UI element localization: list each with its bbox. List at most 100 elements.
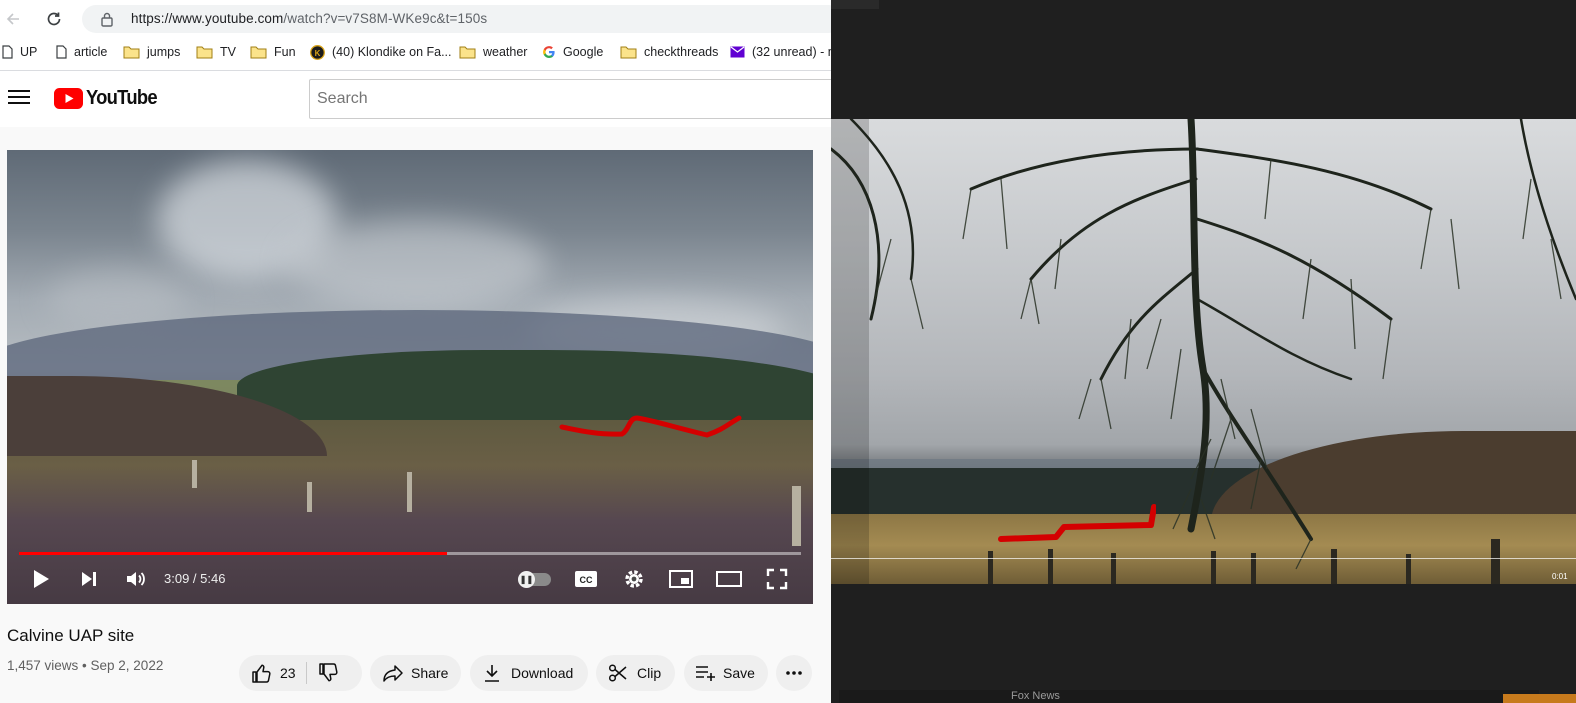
like-count[interactable]: 23 — [280, 665, 296, 681]
klondike-icon: K — [310, 44, 325, 60]
fullscreen-button[interactable] — [764, 566, 790, 592]
video-meta: 1,457 views • Sep 2, 2022 — [7, 658, 164, 673]
menu-icon[interactable] — [8, 87, 30, 107]
folder-icon — [250, 46, 267, 59]
miniplayer-button[interactable] — [668, 566, 694, 592]
download-button[interactable]: Download — [470, 655, 588, 691]
folder-icon — [123, 46, 140, 59]
settings-button[interactable] — [621, 566, 647, 592]
bookmark-jumps[interactable]: jumps — [123, 43, 180, 61]
bookmark-checkthreads[interactable]: checkthreads — [620, 43, 718, 61]
browser-toolbar: https://www.youtube.com/watch?v=v7S8M-WK… — [0, 0, 831, 38]
video-title: Calvine UAP site — [7, 626, 135, 645]
thumbs-down-icon[interactable] — [317, 662, 339, 684]
next-button[interactable] — [77, 566, 101, 592]
bookmark-weather[interactable]: weather — [459, 43, 527, 61]
fence-post — [307, 482, 312, 512]
page-icon — [2, 45, 13, 59]
folder-icon — [196, 46, 213, 59]
bookmark-label: (40) Klondike on Fa... — [332, 45, 452, 59]
reload-button[interactable] — [41, 7, 67, 31]
youtube-wordmark: YouTube — [86, 86, 158, 109]
svg-text:K: K — [315, 49, 321, 58]
bookmark-label: UP — [20, 45, 38, 59]
cloud-shape — [287, 220, 547, 310]
like-dislike-group: 23 — [239, 655, 362, 691]
bookmark-label: article — [74, 45, 108, 59]
clip-label: Clip — [637, 665, 662, 681]
cc-text: CC — [580, 575, 593, 585]
skip-next-icon — [82, 572, 96, 586]
url-host: https://www.youtube.com — [131, 11, 284, 26]
share-button[interactable]: Share — [370, 655, 461, 691]
save-button[interactable]: Save — [684, 655, 768, 691]
volume-button[interactable] — [123, 566, 149, 592]
download-icon — [485, 665, 499, 682]
bookmark-google[interactable]: Google — [542, 43, 603, 61]
reload-icon — [47, 12, 61, 26]
share-icon — [383, 665, 403, 682]
bookmark-label: jumps — [147, 45, 181, 59]
theater-mode-icon — [716, 571, 742, 587]
google-icon — [543, 46, 555, 58]
more-actions-button[interactable] — [776, 655, 812, 691]
url-text[interactable]: https://www.youtube.com/watch?v=v7S8M-WK… — [131, 11, 487, 26]
bookmark-label: (32 unread) - m — [752, 45, 831, 59]
autoplay-toggle[interactable]: ❚❚ — [518, 571, 551, 588]
timestamp: 0:01 — [1552, 572, 1568, 581]
fullscreen-icon — [766, 568, 788, 590]
youtube-logo[interactable]: YouTube — [54, 87, 163, 109]
search-placeholder: Search — [317, 90, 368, 107]
playlist-add-icon — [696, 666, 715, 681]
youtube-header: YouTube Search — [0, 70, 831, 126]
progress-played — [19, 552, 447, 555]
page-icon — [56, 45, 67, 59]
play-icon — [34, 570, 49, 588]
back-button[interactable] — [0, 7, 26, 31]
play-button[interactable] — [29, 566, 53, 592]
bookmark-tv[interactable]: TV — [196, 43, 236, 61]
time-display: 3:09 / 5:46 — [164, 571, 226, 586]
bookmark-article[interactable]: article — [56, 43, 107, 61]
fence-posts — [988, 539, 1500, 584]
fence-post — [407, 472, 412, 512]
bookmark-klondike[interactable]: K (40) Klondike on Fa... — [310, 43, 452, 61]
scissors-icon — [608, 664, 627, 682]
captions-icon: CC — [575, 571, 597, 587]
progress-line[interactable] — [831, 558, 1576, 559]
red-annotation-line — [559, 415, 742, 438]
bottom-thumbnail-strip — [839, 690, 1539, 703]
clip-button[interactable]: Clip — [596, 655, 675, 691]
second-video-frame[interactable]: 0:01 — [831, 119, 1576, 584]
search-input[interactable]: Search — [309, 79, 831, 119]
bookmark-label: TV — [220, 45, 236, 59]
thumbs-up-icon[interactable] — [250, 662, 272, 684]
bookmark-up[interactable]: UP — [2, 43, 37, 61]
lock-icon — [101, 12, 113, 27]
bookmark-label: Fun — [274, 45, 296, 59]
mail-icon — [730, 46, 745, 58]
bookmark-label: weather — [483, 45, 528, 59]
bookmark-mail[interactable]: (32 unread) - m — [730, 43, 831, 61]
bookmark-label: checkthreads — [644, 45, 719, 59]
window-tab-strip — [831, 0, 879, 9]
fence-post — [792, 486, 801, 546]
fence-post — [192, 460, 197, 488]
theater-mode-button[interactable] — [716, 566, 742, 592]
red-annotation-line — [998, 504, 1156, 542]
bookmark-label: Google — [563, 45, 604, 59]
video-player[interactable]: 3:09 / 5:46 ❚❚ CC — [7, 150, 813, 604]
save-label: Save — [723, 665, 755, 681]
back-arrow-icon — [6, 13, 19, 25]
bookmark-fun[interactable]: Fun — [250, 43, 296, 61]
captions-button[interactable]: CC — [573, 566, 599, 592]
browser-window: https://www.youtube.com/watch?v=v7S8M-WK… — [0, 0, 831, 703]
orange-bar — [1503, 694, 1576, 703]
divider — [305, 662, 307, 684]
desktop: https://www.youtube.com/watch?v=v7S8M-WK… — [0, 0, 1576, 703]
more-horizontal-icon — [786, 671, 802, 675]
share-label: Share — [411, 665, 449, 681]
youtube-play-logo-icon — [54, 87, 83, 109]
download-label: Download — [511, 665, 574, 681]
pause-icon: ❚❚ — [518, 571, 535, 588]
